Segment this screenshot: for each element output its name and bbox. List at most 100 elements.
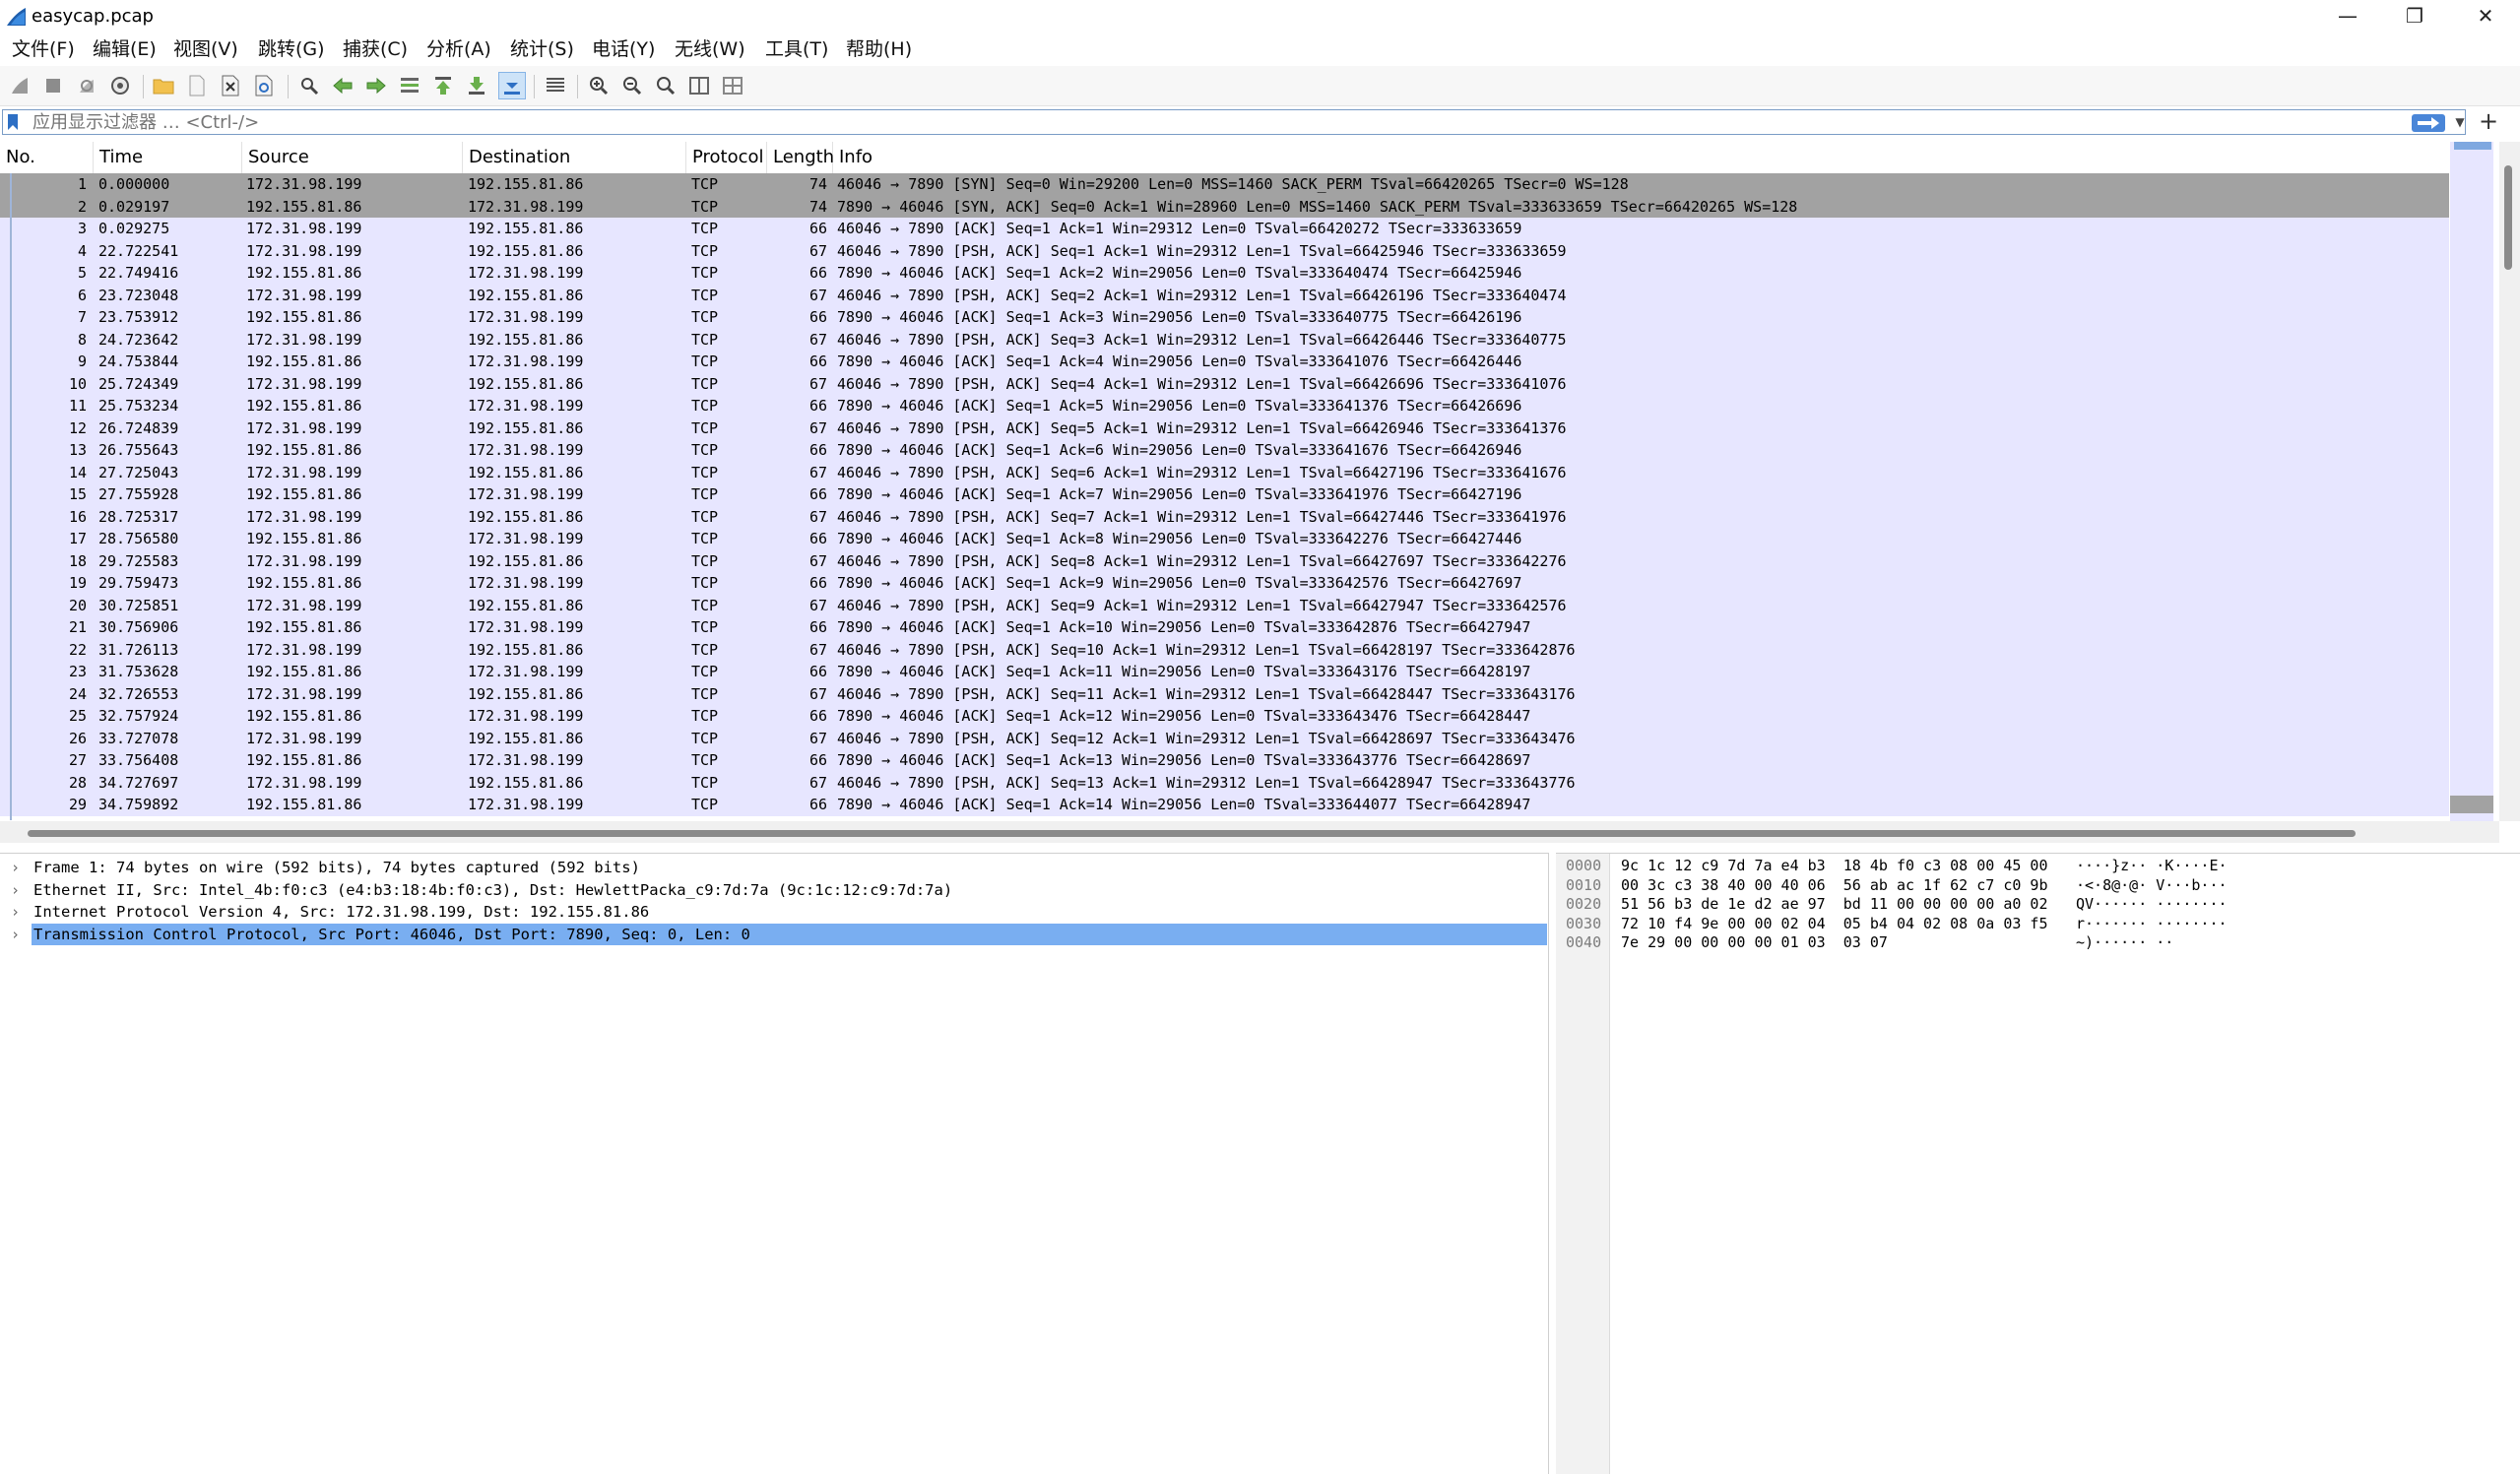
- menu-help[interactable]: 帮助(H): [846, 36, 912, 62]
- packet-row[interactable]: 23 31.753628 192.155.81.86 172.31.98.199 TCP…: [0, 661, 2449, 683]
- packet-row[interactable]: 12 26.724839 172.31.98.199 192.155.81.86 TCP…: [0, 417, 2449, 439]
- hex-bytes[interactable]: 9c 1c 12 c9 7d 7a e4 b3 18 4b f0 c3 08 0…: [1621, 857, 2047, 876]
- column-header-protocol[interactable]: Protocol: [686, 142, 767, 173]
- open-folder-icon[interactable]: [150, 72, 177, 99]
- zoom-out-icon[interactable]: [618, 72, 646, 99]
- packet-row[interactable]: 8 24.723642 172.31.98.199 192.155.81.86 TCP 6…: [0, 328, 2449, 351]
- column-header-source[interactable]: Source: [242, 142, 463, 173]
- packet-row[interactable]: 14 27.725043 172.31.98.199 192.155.81.86 TCP…: [0, 461, 2449, 483]
- restore-button[interactable]: ❐: [2381, 0, 2448, 32]
- packet-row[interactable]: 27 33.756408 192.155.81.86 172.31.98.199 TCP…: [0, 749, 2449, 772]
- menu-edit[interactable]: 编辑(E): [93, 36, 157, 62]
- add-filter-button[interactable]: +: [2476, 107, 2501, 135]
- hex-ascii[interactable]: ····}z·· ·K····E·: [2076, 857, 2228, 876]
- packet-row[interactable]: 16 28.725317 172.31.98.199 192.155.81.86 TCP…: [0, 505, 2449, 528]
- packet-row[interactable]: 22 31.726113 172.31.98.199 192.155.81.86 TCP…: [0, 638, 2449, 661]
- hex-ascii[interactable]: ~)······ ··: [2076, 933, 2173, 953]
- column-header-info[interactable]: Info: [833, 142, 2449, 173]
- minimize-button[interactable]: —: [2314, 0, 2381, 32]
- hex-bytes[interactable]: 51 56 b3 de 1e d2 ae 97 bd 11 00 00 00 0…: [1621, 895, 2047, 915]
- packet-row[interactable]: 10 25.724349 172.31.98.199 192.155.81.86 TCP…: [0, 372, 2449, 395]
- go-last-packet-icon[interactable]: [463, 72, 490, 99]
- menu-wireless[interactable]: 无线(W): [675, 36, 745, 62]
- packet-row[interactable]: 2 0.029197 192.155.81.86 172.31.98.199 TCP 74…: [0, 195, 2449, 218]
- hex-bytes[interactable]: 7e 29 00 00 00 00 01 03 03 07: [1621, 933, 1888, 953]
- menu-view[interactable]: 视图(V): [173, 36, 238, 62]
- hex-ascii[interactable]: r······· ········: [2076, 915, 2228, 934]
- hex-ascii[interactable]: QV······ ········: [2076, 895, 2228, 915]
- packet-list-horizontal-scrollbar[interactable]: [0, 821, 2499, 843]
- horizontal-scroll-thumb[interactable]: [28, 830, 2356, 837]
- apply-filter-button[interactable]: [2412, 114, 2445, 132]
- packet-row[interactable]: 13 26.755643 192.155.81.86 172.31.98.199 TCP…: [0, 439, 2449, 462]
- shark-fin-start-icon[interactable]: [6, 72, 33, 99]
- close-button[interactable]: ✕: [2452, 0, 2519, 32]
- go-first-packet-icon[interactable]: [429, 72, 457, 99]
- column-header-destination[interactable]: Destination: [463, 142, 686, 173]
- detail-tree-item[interactable]: › Frame 1: 74 bytes on wire (592 bits), 7…: [0, 857, 1548, 878]
- column-header-time[interactable]: Time: [94, 142, 242, 173]
- column-header-no[interactable]: No.: [0, 142, 94, 173]
- save-file-icon[interactable]: [183, 72, 211, 99]
- hex-bytes[interactable]: 72 10 f4 9e 00 00 02 04 05 b4 04 02 08 0…: [1621, 915, 2047, 934]
- detail-tree-item[interactable]: › Transmission Control Protocol, Src Port…: [0, 923, 1548, 945]
- menu-analyze[interactable]: 分析(A): [426, 36, 491, 62]
- packet-list[interactable]: 1 0.000000 172.31.98.199 192.155.81.86 TCP 74…: [0, 173, 2449, 820]
- filter-bookmark-icon[interactable]: [7, 113, 19, 131]
- packet-row[interactable]: 28 34.727697 172.31.98.199 192.155.81.86 TCP…: [0, 771, 2449, 794]
- hex-bytes[interactable]: 00 3c c3 38 40 00 40 06 56 ab ac 1f 62 c…: [1621, 876, 2047, 896]
- packet-row[interactable]: 26 33.727078 172.31.98.199 192.155.81.86 TCP…: [0, 727, 2449, 749]
- capture-options-gear-icon[interactable]: [106, 72, 134, 99]
- go-back-arrow-icon[interactable]: [329, 72, 356, 99]
- find-packet-icon[interactable]: [295, 72, 323, 99]
- normal-size-icon[interactable]: [652, 72, 679, 99]
- menu-tools[interactable]: 工具(T): [765, 36, 828, 62]
- packet-row[interactable]: 3 0.029275 172.31.98.199 192.155.81.86 TCP 66…: [0, 218, 2449, 240]
- stop-square-icon[interactable]: [39, 72, 67, 99]
- chevron-right-icon[interactable]: ›: [11, 857, 20, 878]
- menu-capture[interactable]: 捕获(C): [343, 36, 408, 62]
- close-file-icon[interactable]: [217, 72, 244, 99]
- menu-telephony[interactable]: 电话(Y): [592, 36, 655, 62]
- go-forward-arrow-icon[interactable]: [362, 72, 390, 99]
- packet-row[interactable]: 18 29.725583 172.31.98.199 192.155.81.86 TCP…: [0, 549, 2449, 572]
- detail-tree-item[interactable]: › Ethernet II, Src: Intel_4b:f0:c3 (e4:b3…: [0, 879, 1548, 901]
- colorize-icon[interactable]: [542, 72, 569, 99]
- packet-row[interactable]: 17 28.756580 192.155.81.86 172.31.98.199 TCP…: [0, 528, 2449, 550]
- resize-columns-icon[interactable]: [685, 72, 713, 99]
- packet-list-vertical-scrollbar[interactable]: [2499, 142, 2520, 821]
- packet-row[interactable]: 25 32.757924 192.155.81.86 172.31.98.199 TCP…: [0, 705, 2449, 728]
- packet-row[interactable]: 9 24.753844 192.155.81.86 172.31.98.199 TCP 6…: [0, 351, 2449, 373]
- packet-row[interactable]: 20 30.725851 172.31.98.199 192.155.81.86 TCP…: [0, 594, 2449, 616]
- go-to-packet-icon[interactable]: [396, 72, 423, 99]
- display-filter-input[interactable]: [32, 111, 2376, 133]
- reload-file-icon[interactable]: [250, 72, 278, 99]
- detail-tree-item[interactable]: › Internet Protocol Version 4, Src: 172.3…: [0, 901, 1548, 923]
- hex-ascii[interactable]: ·<·8@·@· V···b···: [2076, 876, 2228, 896]
- packet-row[interactable]: 21 30.756906 192.155.81.86 172.31.98.199 TCP…: [0, 616, 2449, 639]
- menu-file[interactable]: 文件(F): [12, 36, 75, 62]
- packet-row[interactable]: 11 25.753234 192.155.81.86 172.31.98.199 TCP…: [0, 395, 2449, 417]
- packet-row[interactable]: 24 32.726553 172.31.98.199 192.155.81.86 TCP…: [0, 682, 2449, 705]
- packet-row[interactable]: 15 27.755928 192.155.81.86 172.31.98.199 TCP…: [0, 483, 2449, 506]
- autoscroll-icon[interactable]: [498, 72, 526, 99]
- restart-fin-icon[interactable]: [73, 72, 100, 99]
- packet-row[interactable]: 5 22.749416 192.155.81.86 172.31.98.199 TCP 6…: [0, 262, 2449, 285]
- column-header-length[interactable]: Length: [767, 142, 834, 173]
- packet-row[interactable]: 1 0.000000 172.31.98.199 192.155.81.86 TCP 74…: [0, 173, 2449, 196]
- packet-row[interactable]: 19 29.759473 192.155.81.86 172.31.98.199 TCP…: [0, 572, 2449, 595]
- chevron-right-icon[interactable]: ›: [11, 924, 20, 945]
- split-panes-icon[interactable]: [719, 72, 746, 99]
- packet-row[interactable]: 4 22.722541 172.31.98.199 192.155.81.86 TCP 6…: [0, 239, 2449, 262]
- packet-row[interactable]: 7 23.753912 192.155.81.86 172.31.98.199 TCP 6…: [0, 306, 2449, 329]
- packet-row[interactable]: 29 34.759892 192.155.81.86 172.31.98.199 TCP…: [0, 794, 2449, 816]
- menu-go[interactable]: 跳转(G): [258, 36, 325, 62]
- vertical-scroll-thumb[interactable]: [2504, 165, 2512, 270]
- packet-row[interactable]: 6 23.723048 172.31.98.199 192.155.81.86 TCP 6…: [0, 284, 2449, 306]
- chevron-right-icon[interactable]: ›: [11, 901, 20, 923]
- filter-history-dropdown[interactable]: ▼: [2453, 113, 2467, 131]
- menu-statistics[interactable]: 统计(S): [510, 36, 574, 62]
- chevron-right-icon[interactable]: ›: [11, 879, 20, 901]
- zoom-in-icon[interactable]: [585, 72, 613, 99]
- packet-minimap[interactable]: [2450, 142, 2493, 821]
